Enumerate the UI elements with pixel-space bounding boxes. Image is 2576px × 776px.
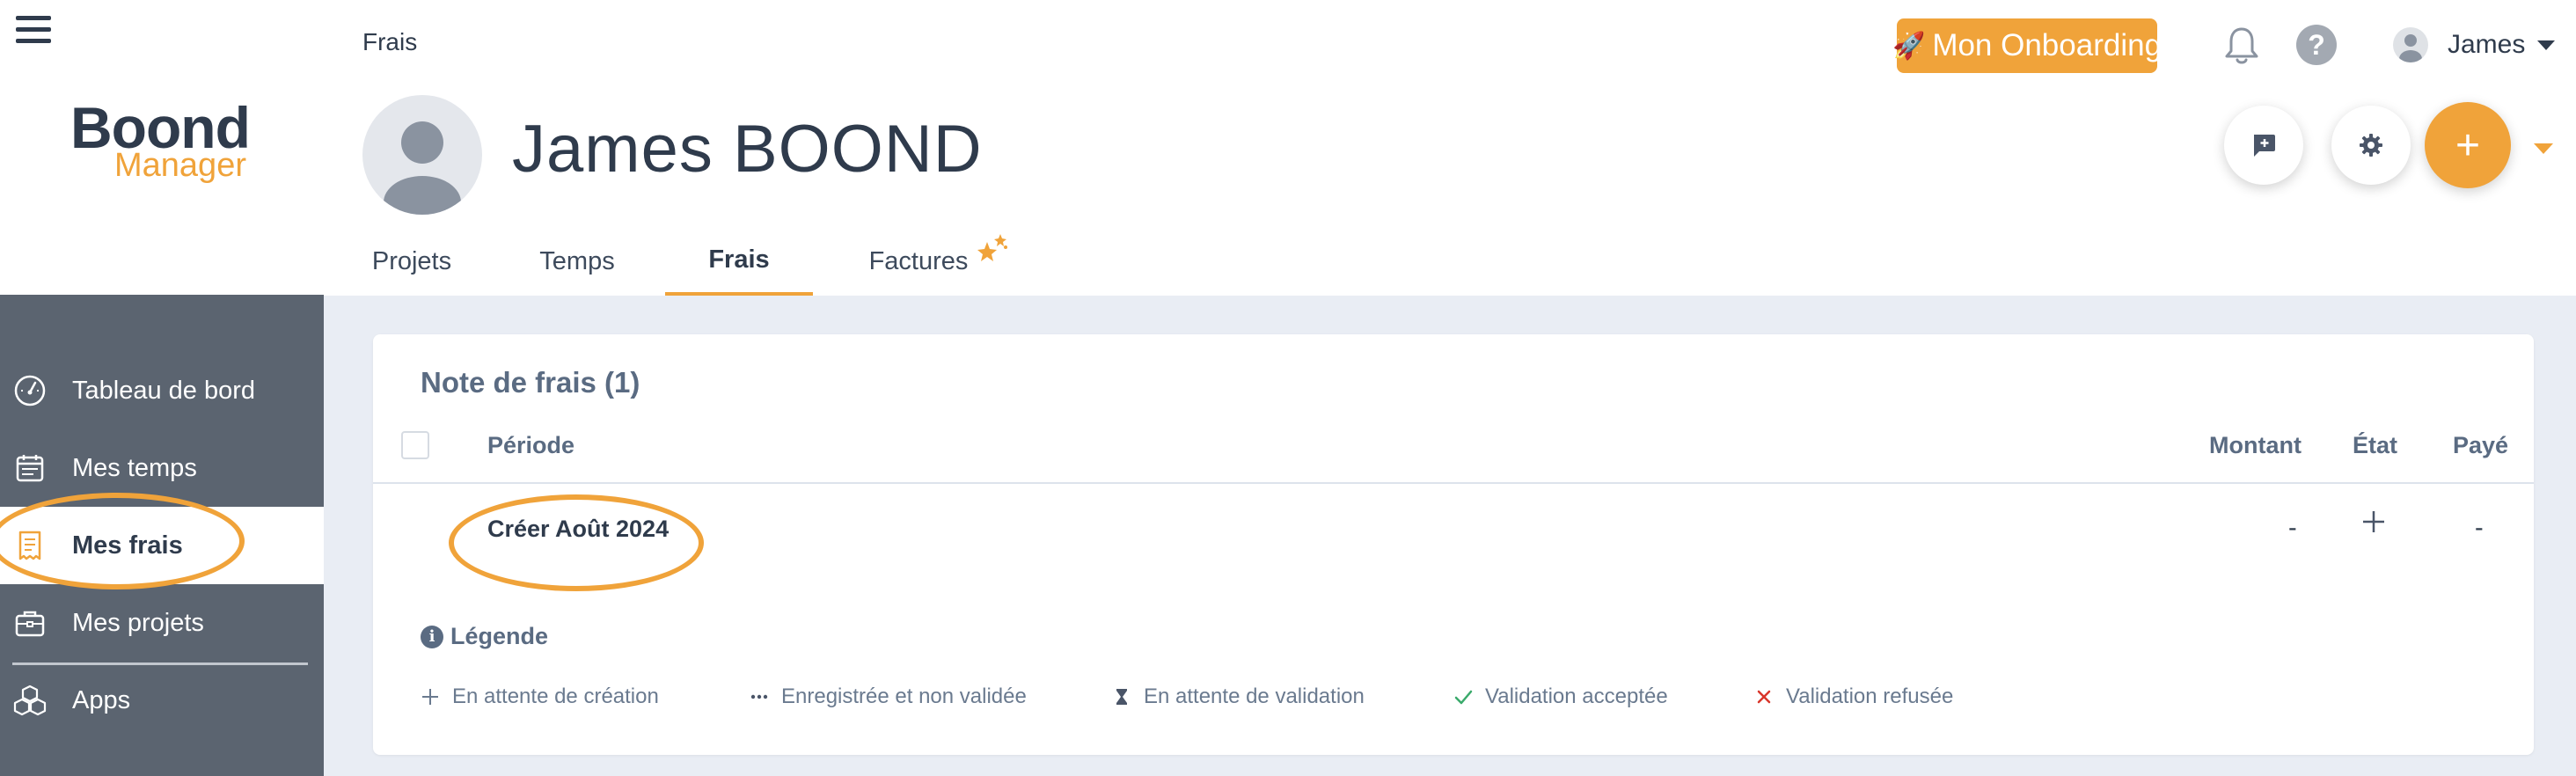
page-header: Frais 🚀 Mon Onboarding ? James James BOO…: [324, 0, 2576, 296]
sidebar-item-label: Apps: [72, 685, 131, 714]
column-paye[interactable]: Payé: [2453, 431, 2508, 459]
hourglass-icon: [1116, 689, 1127, 705]
sidebar-item-label: Mes projets: [72, 608, 204, 637]
gauge-icon: [14, 375, 46, 406]
user-menu[interactable]: James: [2393, 23, 2556, 67]
sidebar-item-apps[interactable]: Apps: [0, 662, 324, 739]
sidebar-item-mes-temps[interactable]: Mes temps: [0, 429, 324, 507]
sidebar-item-mes-projets[interactable]: Mes projets: [0, 584, 324, 662]
sidebar-item-label: Mes frais: [72, 531, 183, 560]
legend-title-label: Légende: [450, 623, 549, 649]
column-periode[interactable]: Période: [487, 431, 574, 459]
sidebar-item-tableau-de-bord[interactable]: Tableau de bord: [0, 352, 324, 429]
hamburger-menu-icon[interactable]: [16, 16, 51, 48]
cross-icon: [1757, 690, 1771, 704]
select-all-checkbox[interactable]: [401, 431, 429, 459]
tab-factures[interactable]: Factures: [860, 227, 1019, 296]
expense-reports-card: Note de frais (1) Période Montant État P…: [373, 334, 2534, 755]
breadcrumb: Frais: [362, 28, 418, 55]
add-dropdown-chevron-icon[interactable]: [2534, 143, 2553, 154]
boond-manager-logo[interactable]: Boond Manager: [70, 99, 255, 187]
tab-label: Factures: [868, 246, 969, 275]
tab-label: Frais: [708, 245, 770, 274]
receipt-icon: [18, 531, 41, 560]
legend-label: Validation acceptée: [1485, 684, 1668, 708]
briefcase-icon: [15, 611, 45, 637]
legend-label: En attente de validation: [1144, 684, 1365, 708]
tab-projets[interactable]: Projets: [362, 227, 461, 296]
user-name: James: [2448, 30, 2526, 59]
paid-cell: -: [2475, 514, 2484, 542]
tab-frais[interactable]: Frais: [665, 227, 813, 296]
settings-button[interactable]: [2331, 106, 2411, 185]
tabs: Projets Temps Frais Factures: [324, 227, 1379, 296]
comment-button[interactable]: [2224, 106, 2303, 185]
logo-sub-text: Manager: [114, 147, 246, 184]
gear-icon: [2360, 134, 2382, 157]
sidebar-item-label: Mes temps: [72, 453, 197, 482]
amount-cell: -: [2288, 514, 2297, 542]
plus-icon: [422, 689, 438, 705]
legend-item-pending: En attente de validation: [1112, 684, 1365, 709]
column-montant[interactable]: Montant: [2209, 431, 2302, 459]
help-icon[interactable]: ?: [2296, 25, 2337, 65]
stars-icon: [977, 234, 1008, 261]
card-title: Note de frais (1): [421, 366, 640, 399]
tab-label: Temps: [539, 246, 615, 275]
rocket-icon: 🚀: [1892, 31, 1926, 61]
legend-item-accepted: Validation acceptée: [1453, 684, 1668, 709]
legend-label: Validation refusée: [1786, 684, 1954, 708]
sidebar-header: Boond Manager: [0, 0, 324, 295]
notification-bell-icon[interactable]: [2222, 25, 2261, 67]
sidebar-item-label: Tableau de bord: [72, 376, 255, 405]
legend-label: Enregistrée et non validée: [781, 684, 1027, 708]
sidebar: Boond Manager Tableau de bord Mes temps …: [0, 0, 324, 776]
tab-temps[interactable]: Temps: [528, 227, 626, 296]
create-expense-link[interactable]: Créer Août 2024: [487, 516, 669, 543]
cubes-icon: [13, 684, 47, 716]
ellipsis-icon: [750, 694, 768, 699]
profile-name: James BOOND: [512, 112, 983, 187]
legend-label: En attente de création: [452, 684, 659, 708]
onboarding-button[interactable]: 🚀 Mon Onboarding: [1892, 18, 2162, 73]
column-etat[interactable]: État: [2353, 431, 2397, 459]
check-icon: [1454, 690, 1473, 705]
add-button[interactable]: +: [2425, 102, 2511, 188]
sidebar-item-mes-frais[interactable]: Mes frais: [0, 507, 324, 584]
onboarding-label: Mon Onboarding: [1932, 28, 2163, 62]
table-header: Période Montant État Payé: [373, 431, 2534, 484]
plus-icon[interactable]: [2360, 509, 2387, 535]
tab-label: Projets: [371, 246, 452, 275]
legend-item-refused: Validation refusée: [1754, 684, 1953, 709]
table-row: Créer Août 2024 - -: [373, 486, 2534, 574]
chevron-down-icon: [2537, 40, 2556, 50]
calendar-icon: [16, 455, 44, 482]
legend-item-creation: En attente de création: [421, 684, 659, 709]
comment-plus-icon: [2254, 135, 2275, 157]
legend-title: i Légende: [421, 623, 548, 650]
legend-item-saved: Enregistrée et non validée: [750, 684, 1027, 709]
info-icon: i: [421, 625, 443, 648]
profile-avatar: [362, 95, 482, 215]
user-avatar-icon: [2393, 27, 2428, 62]
